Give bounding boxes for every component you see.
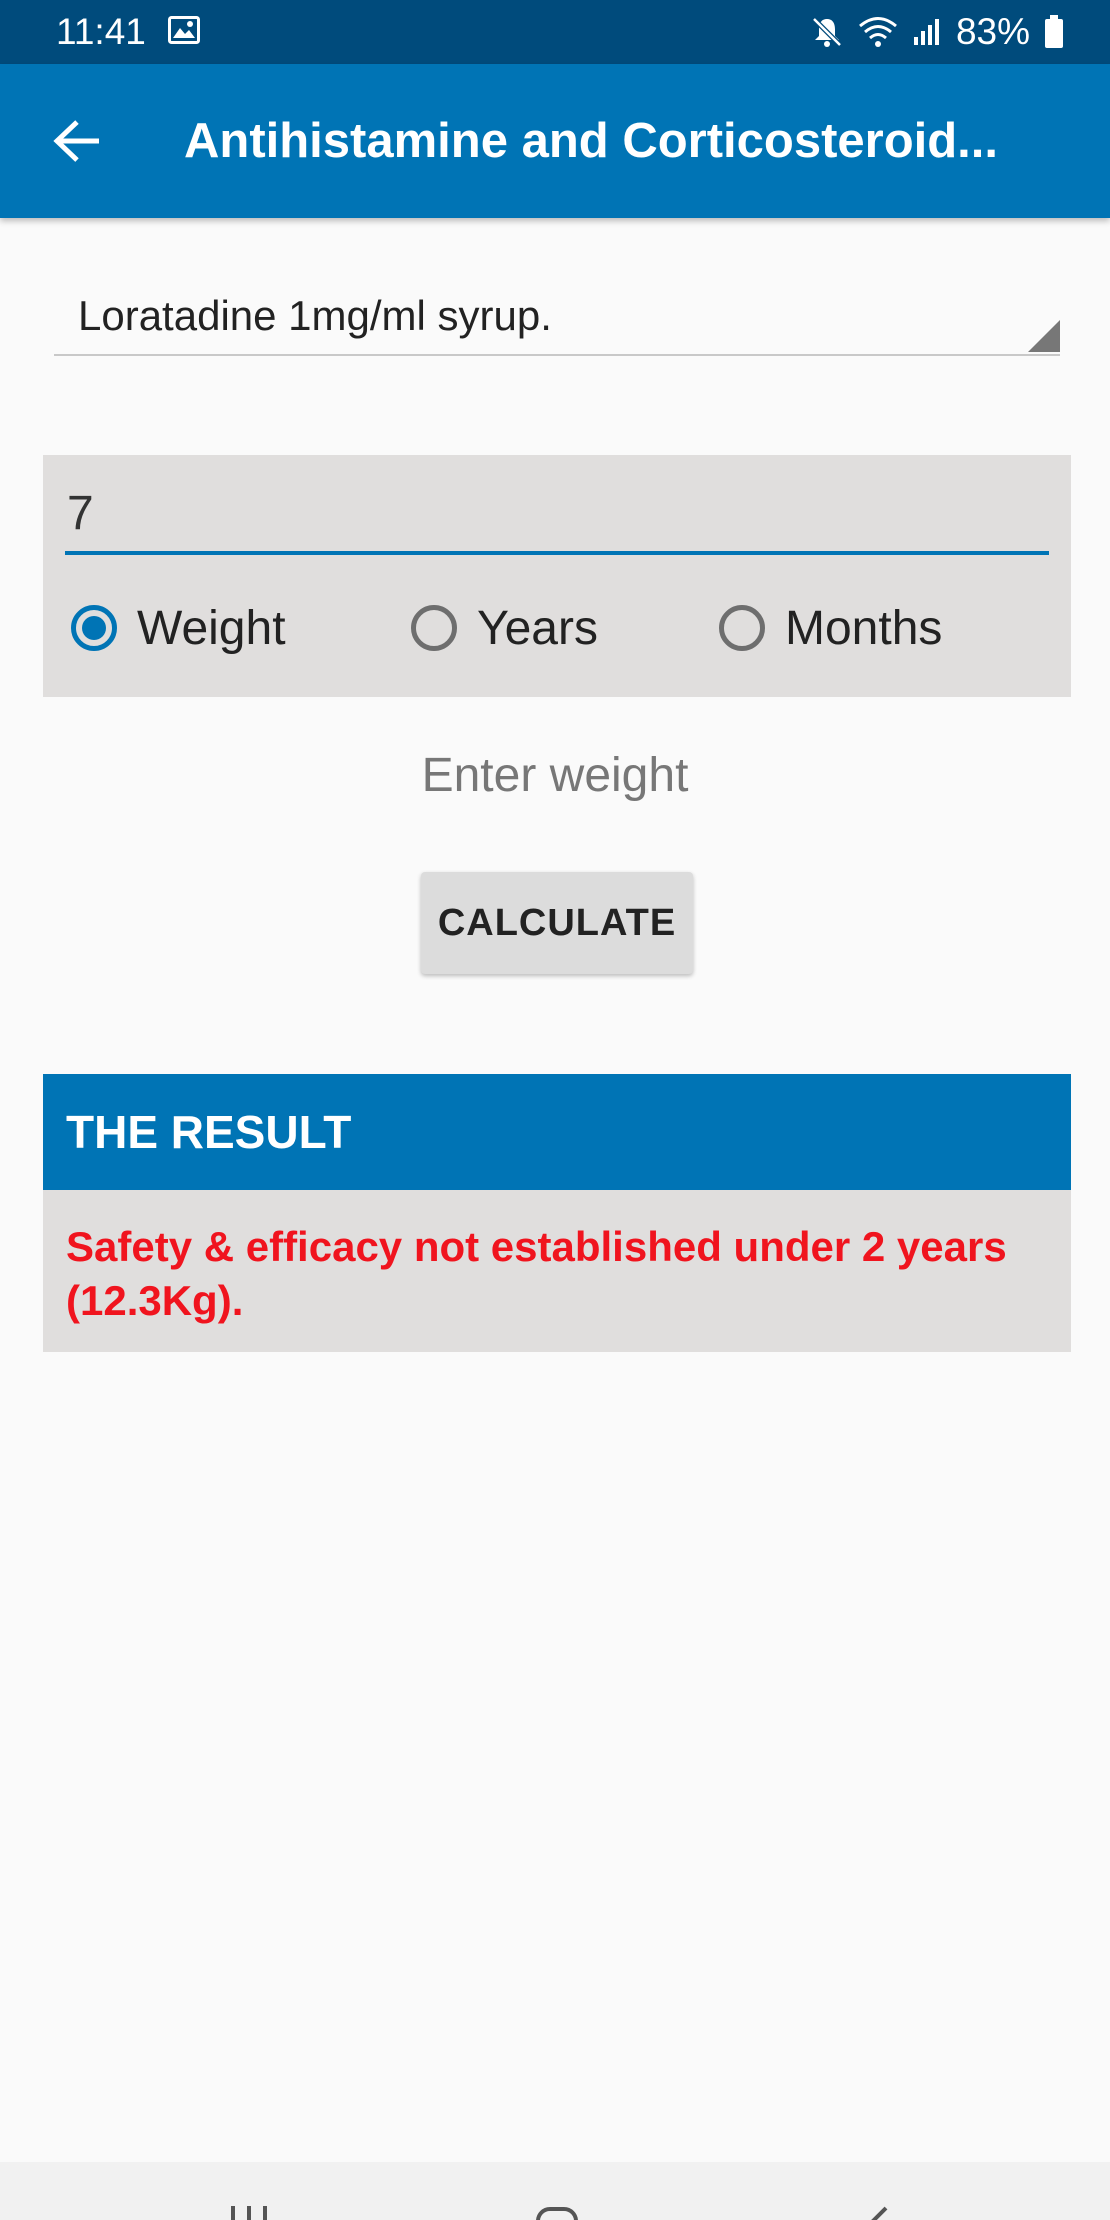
image-icon [167, 11, 200, 53]
status-left: 11:41 [56, 11, 200, 53]
battery-percent: 83% [955, 11, 1030, 52]
status-bar: 11:41 83% [0, 0, 1110, 64]
radio-unchecked-icon [719, 605, 765, 651]
back-icon[interactable] [860, 2206, 890, 2220]
wifi-icon [858, 15, 898, 49]
input-panel: Weight Years Months [43, 455, 1071, 697]
unit-radio-group: Weight Years Months [71, 595, 1051, 661]
navigation-bar [0, 2162, 1110, 2220]
radio-label: Weight [137, 601, 286, 655]
status-right: 83% [810, 11, 1064, 53]
mute-icon [810, 15, 844, 49]
home-icon[interactable] [535, 2206, 579, 2220]
radio-checked-icon [71, 605, 117, 651]
radio-label: Months [785, 601, 943, 655]
status-time: 11:41 [56, 11, 146, 52]
radio-unchecked-icon [411, 605, 457, 651]
dropdown-arrow-icon [1028, 320, 1060, 352]
weight-input[interactable] [65, 475, 1049, 555]
radio-weight[interactable]: Weight [71, 595, 286, 661]
hint-text: Enter weight [421, 749, 689, 802]
result-text: Safety & efficacy not established under … [43, 1190, 1071, 1352]
arrow-left-icon[interactable] [52, 116, 102, 166]
recents-icon[interactable] [228, 2206, 270, 2220]
calculate-button[interactable]: CALCULATE [421, 872, 693, 974]
signal-icon [912, 17, 942, 47]
radio-years[interactable]: Years [411, 595, 598, 661]
drug-select[interactable]: Loratadine 1mg/ml syrup. [54, 270, 1060, 356]
result-header: THE RESULT [43, 1074, 1071, 1190]
drug-select-value: Loratadine 1mg/ml syrup. [78, 292, 552, 339]
radio-months[interactable]: Months [719, 595, 942, 661]
page-title: Antihistamine and Corticosteroid... [184, 114, 999, 168]
radio-label: Years [477, 601, 598, 655]
battery-icon [1044, 15, 1064, 49]
app-bar: Antihistamine and Corticosteroid... [0, 64, 1110, 218]
